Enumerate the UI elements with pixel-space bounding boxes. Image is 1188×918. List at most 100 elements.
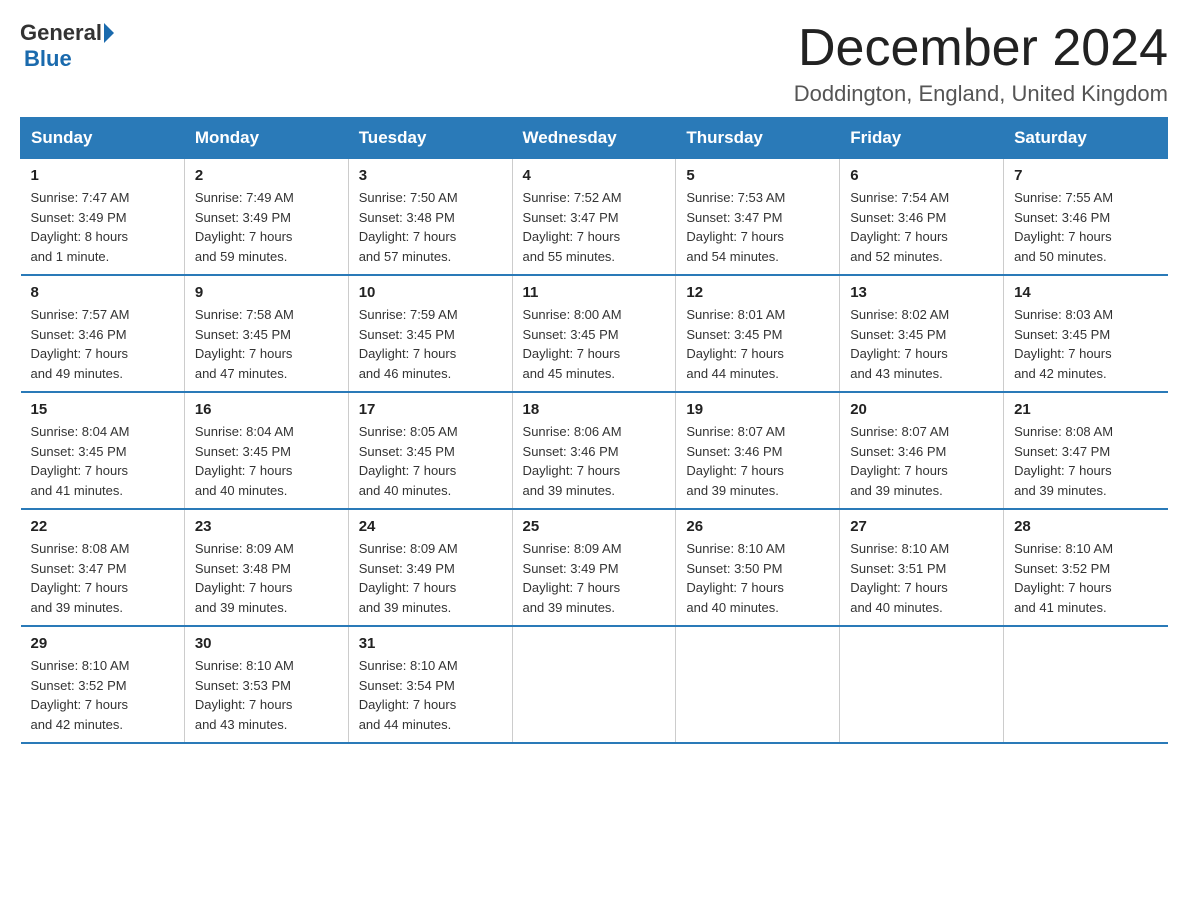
week-row-4: 22 Sunrise: 8:08 AM Sunset: 3:47 PM Dayli… xyxy=(21,509,1168,626)
cell-week3-day7: 21Sunrise: 8:08 AM Sunset: 3:47 PM Dayli… xyxy=(1004,392,1168,509)
subtitle: Doddington, England, United Kingdom xyxy=(794,81,1168,107)
day-number: 12 xyxy=(686,284,829,301)
day-info: Sunrise: 8:02 AM Sunset: 3:45 PM Dayligh… xyxy=(850,305,993,383)
week-row-2: 8Sunrise: 7:57 AM Sunset: 3:46 PM Daylig… xyxy=(21,275,1168,392)
cell-week3-day1: 15 Sunrise: 8:04 AM Sunset: 3:45 PM Dayli… xyxy=(21,392,185,509)
day-number: 15 xyxy=(31,401,174,418)
day-info: Sunrise: 8:03 AM Sunset: 3:45 PM Dayligh… xyxy=(1014,305,1157,383)
day-info: Sunrise: 8:08 AM Sunset: 3:47 PM Dayligh… xyxy=(31,539,174,617)
day-number: 1 xyxy=(31,167,174,184)
day-number: 25 xyxy=(523,518,666,535)
calendar-table: SundayMondayTuesdayWednesdayThursdayFrid… xyxy=(20,117,1168,744)
day-number: 10 xyxy=(359,284,502,301)
calendar-body: 1Sunrise: 7:47 AM Sunset: 3:49 PM Daylig… xyxy=(21,159,1168,744)
day-number: 26 xyxy=(686,518,829,535)
day-info: Sunrise: 8:08 AM Sunset: 3:47 PM Dayligh… xyxy=(1014,422,1157,500)
day-number: 14 xyxy=(1014,284,1157,301)
cell-week3-day6: 20 Sunrise: 8:07 AM Sunset: 3:46 PM Dayli… xyxy=(840,392,1004,509)
title-area: December 2024 Doddington, England, Unite… xyxy=(794,20,1168,107)
cell-week5-day7 xyxy=(1004,626,1168,743)
calendar-header: SundayMondayTuesdayWednesdayThursdayFrid… xyxy=(21,118,1168,159)
day-info: Sunrise: 8:09 AM Sunset: 3:49 PM Dayligh… xyxy=(523,539,666,617)
day-number: 5 xyxy=(686,167,829,184)
cell-week3-day5: 19Sunrise: 8:07 AM Sunset: 3:46 PM Dayli… xyxy=(676,392,840,509)
cell-week3-day3: 17Sunrise: 8:05 AM Sunset: 3:45 PM Dayli… xyxy=(348,392,512,509)
day-number: 28 xyxy=(1014,518,1157,535)
cell-week1-day6: 6 Sunrise: 7:54 AM Sunset: 3:46 PM Daylig… xyxy=(840,159,1004,276)
day-info: Sunrise: 8:01 AM Sunset: 3:45 PM Dayligh… xyxy=(686,305,829,383)
header-saturday: Saturday xyxy=(1004,118,1168,159)
header-friday: Friday xyxy=(840,118,1004,159)
day-number: 17 xyxy=(359,401,502,418)
day-info: Sunrise: 7:53 AM Sunset: 3:47 PM Dayligh… xyxy=(686,188,829,266)
cell-week2-day4: 11Sunrise: 8:00 AM Sunset: 3:45 PM Dayli… xyxy=(512,275,676,392)
cell-week5-day4 xyxy=(512,626,676,743)
cell-week2-day3: 10 Sunrise: 7:59 AM Sunset: 3:45 PM Dayli… xyxy=(348,275,512,392)
day-info: Sunrise: 8:10 AM Sunset: 3:52 PM Dayligh… xyxy=(1014,539,1157,617)
day-info: Sunrise: 7:58 AM Sunset: 3:45 PM Dayligh… xyxy=(195,305,338,383)
cell-week4-day3: 24 Sunrise: 8:09 AM Sunset: 3:49 PM Dayli… xyxy=(348,509,512,626)
day-info: Sunrise: 8:10 AM Sunset: 3:54 PM Dayligh… xyxy=(359,656,502,734)
day-info: Sunrise: 7:54 AM Sunset: 3:46 PM Dayligh… xyxy=(850,188,993,266)
day-number: 22 xyxy=(31,518,174,535)
cell-week4-day5: 26 Sunrise: 8:10 AM Sunset: 3:50 PM Dayli… xyxy=(676,509,840,626)
logo: General Blue xyxy=(20,20,116,72)
week-row-5: 29 Sunrise: 8:10 AM Sunset: 3:52 PM Dayli… xyxy=(21,626,1168,743)
day-number: 6 xyxy=(850,167,993,184)
day-info: Sunrise: 8:09 AM Sunset: 3:49 PM Dayligh… xyxy=(359,539,502,617)
cell-week2-day5: 12 Sunrise: 8:01 AM Sunset: 3:45 PM Dayli… xyxy=(676,275,840,392)
cell-week5-day5 xyxy=(676,626,840,743)
day-info: Sunrise: 8:10 AM Sunset: 3:51 PM Dayligh… xyxy=(850,539,993,617)
cell-week4-day2: 23 Sunrise: 8:09 AM Sunset: 3:48 PM Dayli… xyxy=(184,509,348,626)
header-row: SundayMondayTuesdayWednesdayThursdayFrid… xyxy=(21,118,1168,159)
cell-week1-day4: 4Sunrise: 7:52 AM Sunset: 3:47 PM Daylig… xyxy=(512,159,676,276)
header: General Blue December 2024 Doddington, E… xyxy=(20,20,1168,107)
day-number: 19 xyxy=(686,401,829,418)
day-number: 31 xyxy=(359,635,502,652)
day-info: Sunrise: 7:59 AM Sunset: 3:45 PM Dayligh… xyxy=(359,305,502,383)
cell-week3-day2: 16 Sunrise: 8:04 AM Sunset: 3:45 PM Dayli… xyxy=(184,392,348,509)
header-wednesday: Wednesday xyxy=(512,118,676,159)
day-info: Sunrise: 8:10 AM Sunset: 3:53 PM Dayligh… xyxy=(195,656,338,734)
day-info: Sunrise: 8:07 AM Sunset: 3:46 PM Dayligh… xyxy=(850,422,993,500)
day-number: 29 xyxy=(31,635,174,652)
day-info: Sunrise: 8:10 AM Sunset: 3:50 PM Dayligh… xyxy=(686,539,829,617)
logo-triangle-icon xyxy=(104,23,114,43)
logo-general-text: General xyxy=(20,20,102,46)
header-monday: Monday xyxy=(184,118,348,159)
cell-week3-day4: 18 Sunrise: 8:06 AM Sunset: 3:46 PM Dayli… xyxy=(512,392,676,509)
cell-week4-day6: 27 Sunrise: 8:10 AM Sunset: 3:51 PM Dayli… xyxy=(840,509,1004,626)
week-row-1: 1Sunrise: 7:47 AM Sunset: 3:49 PM Daylig… xyxy=(21,159,1168,276)
day-number: 27 xyxy=(850,518,993,535)
cell-week2-day2: 9 Sunrise: 7:58 AM Sunset: 3:45 PM Daylig… xyxy=(184,275,348,392)
day-number: 3 xyxy=(359,167,502,184)
cell-week5-day6 xyxy=(840,626,1004,743)
header-sunday: Sunday xyxy=(21,118,185,159)
cell-week2-day7: 14 Sunrise: 8:03 AM Sunset: 3:45 PM Dayli… xyxy=(1004,275,1168,392)
day-number: 13 xyxy=(850,284,993,301)
cell-week4-day7: 28 Sunrise: 8:10 AM Sunset: 3:52 PM Dayli… xyxy=(1004,509,1168,626)
day-info: Sunrise: 8:04 AM Sunset: 3:45 PM Dayligh… xyxy=(31,422,174,500)
day-number: 16 xyxy=(195,401,338,418)
day-info: Sunrise: 8:09 AM Sunset: 3:48 PM Dayligh… xyxy=(195,539,338,617)
day-number: 20 xyxy=(850,401,993,418)
cell-week1-day5: 5 Sunrise: 7:53 AM Sunset: 3:47 PM Daylig… xyxy=(676,159,840,276)
cell-week5-day1: 29 Sunrise: 8:10 AM Sunset: 3:52 PM Dayli… xyxy=(21,626,185,743)
cell-week2-day6: 13 Sunrise: 8:02 AM Sunset: 3:45 PM Dayli… xyxy=(840,275,1004,392)
cell-week1-day2: 2 Sunrise: 7:49 AM Sunset: 3:49 PM Daylig… xyxy=(184,159,348,276)
day-info: Sunrise: 8:10 AM Sunset: 3:52 PM Dayligh… xyxy=(31,656,174,734)
day-number: 18 xyxy=(523,401,666,418)
day-number: 4 xyxy=(523,167,666,184)
day-number: 2 xyxy=(195,167,338,184)
day-number: 9 xyxy=(195,284,338,301)
day-info: Sunrise: 7:57 AM Sunset: 3:46 PM Dayligh… xyxy=(31,305,174,383)
day-info: Sunrise: 8:06 AM Sunset: 3:46 PM Dayligh… xyxy=(523,422,666,500)
cell-week1-day7: 7Sunrise: 7:55 AM Sunset: 3:46 PM Daylig… xyxy=(1004,159,1168,276)
day-info: Sunrise: 8:04 AM Sunset: 3:45 PM Dayligh… xyxy=(195,422,338,500)
day-info: Sunrise: 7:49 AM Sunset: 3:49 PM Dayligh… xyxy=(195,188,338,266)
logo-blue-text: Blue xyxy=(24,46,72,71)
day-number: 24 xyxy=(359,518,502,535)
header-thursday: Thursday xyxy=(676,118,840,159)
week-row-3: 15 Sunrise: 8:04 AM Sunset: 3:45 PM Dayli… xyxy=(21,392,1168,509)
day-number: 23 xyxy=(195,518,338,535)
